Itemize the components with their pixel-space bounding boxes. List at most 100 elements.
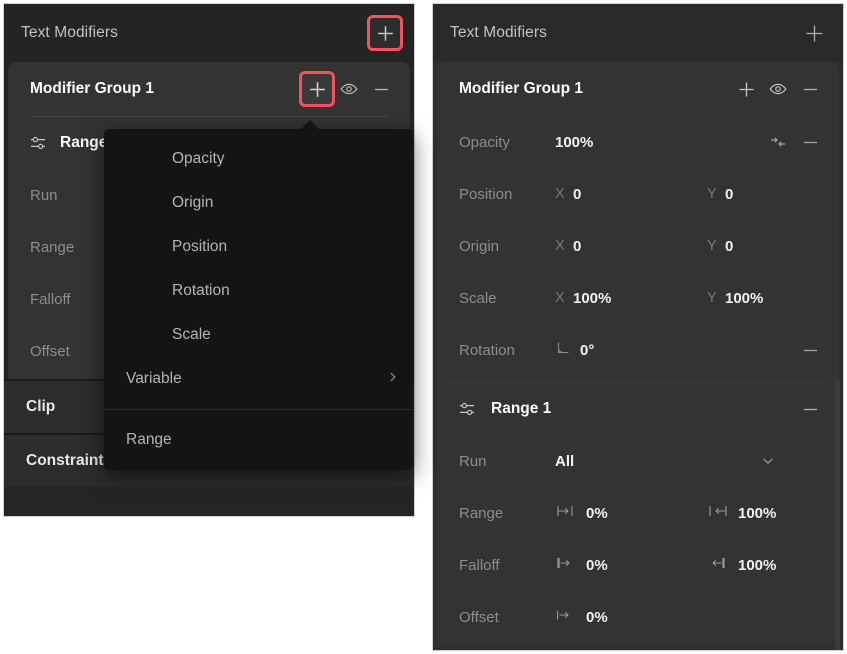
- row-scale-label: Scale: [459, 289, 497, 307]
- axis-y-label: Y: [707, 186, 717, 202]
- menu-item-position[interactable]: Position: [104, 225, 413, 269]
- range-section-title: Range 1: [491, 400, 552, 417]
- minus-icon[interactable]: [795, 335, 825, 365]
- menu-item-scale[interactable]: Scale: [104, 313, 413, 357]
- right-text-modifiers-panel: Text Modifiers Modifier Group 1 Opacity …: [432, 3, 844, 651]
- right-modifier-group-header[interactable]: Modifier Group 1: [437, 62, 839, 116]
- sliders-icon: [453, 394, 483, 424]
- menu-item-opacity-label: Opacity: [172, 150, 225, 167]
- menu-item-variable[interactable]: Variable: [104, 357, 413, 401]
- run-value: All: [555, 452, 575, 470]
- position-x-field[interactable]: X 0: [555, 186, 707, 203]
- range-section-header[interactable]: Range 1: [437, 383, 839, 435]
- row-range[interactable]: Range 0% 100%: [437, 487, 839, 539]
- row-position[interactable]: Position X 0 Y 0: [437, 168, 839, 220]
- row-falloff-label: Falloff: [459, 556, 500, 574]
- range-section-actions: [795, 394, 825, 424]
- chevron-down-icon[interactable]: [753, 446, 783, 476]
- falloff-end-field[interactable]: 100%: [707, 555, 843, 575]
- menu-item-range-label: Range: [126, 431, 172, 448]
- row-scale[interactable]: Scale X 100% Y 100%: [437, 272, 839, 324]
- menu-item-range[interactable]: Range: [104, 418, 413, 462]
- menu-item-origin-label: Origin: [172, 194, 214, 211]
- range-end-icon: [707, 503, 729, 523]
- row-origin-label: Origin: [459, 237, 500, 255]
- offset-icon: [555, 607, 577, 627]
- row-position-label: Position: [459, 185, 513, 203]
- axis-x-label: X: [555, 238, 565, 254]
- right-panel-header: Text Modifiers: [433, 4, 843, 62]
- axis-y-label: Y: [707, 290, 717, 306]
- range-start-icon: [555, 503, 577, 523]
- range-start-value: 0%: [586, 504, 608, 522]
- plus-icon[interactable]: [731, 74, 761, 104]
- left-panel-title: Text Modifiers: [21, 24, 119, 41]
- menu-item-opacity[interactable]: Opacity: [104, 137, 413, 181]
- scale-y-field[interactable]: Y 100%: [707, 289, 843, 307]
- menu-separator: [104, 409, 413, 410]
- left-panel-header: Text Modifiers: [4, 4, 414, 62]
- axis-x-label: X: [555, 290, 565, 306]
- row-run-label: Run: [459, 452, 487, 470]
- offset-field[interactable]: 0%: [555, 607, 707, 627]
- left-modifier-group-name: Modifier Group 1: [30, 80, 154, 97]
- opacity-field[interactable]: 100%: [555, 134, 707, 151]
- falloff-start-value: 0%: [586, 556, 608, 574]
- row-run[interactable]: Run All: [437, 435, 839, 487]
- falloff-end-value: 100%: [738, 556, 777, 574]
- rotation-value: 0°: [580, 341, 595, 359]
- eye-icon[interactable]: [763, 74, 793, 104]
- minus-icon[interactable]: [795, 394, 825, 424]
- screenshot-stage: Text Modifiers Modifier Group 1 Range 1 …: [0, 0, 847, 654]
- eye-icon[interactable]: [334, 74, 364, 104]
- menu-item-rotation[interactable]: Rotation: [104, 269, 413, 313]
- right-panel-title: Text Modifiers: [450, 24, 548, 41]
- position-y-value: 0: [725, 185, 734, 203]
- plus-icon[interactable]: [370, 18, 400, 48]
- menu-item-origin[interactable]: Origin: [104, 181, 413, 225]
- origin-y-value: 0: [725, 237, 734, 255]
- row-falloff[interactable]: Falloff 0% 100%: [437, 539, 839, 591]
- scale-x-value: 100%: [573, 289, 612, 307]
- right-modifier-group-card: Modifier Group 1 Opacity 100% Position X…: [437, 62, 839, 645]
- add-modifier-context-menu[interactable]: Opacity Origin Position Rotation Scale V…: [104, 120, 413, 470]
- row-offset[interactable]: Offset 0%: [437, 591, 839, 643]
- sliders-icon: [24, 128, 54, 158]
- scale-y-value: 100%: [725, 289, 764, 307]
- range-start-field[interactable]: 0%: [555, 503, 707, 523]
- row-rotation-label: Rotation: [459, 341, 515, 359]
- row-origin[interactable]: Origin X 0 Y 0: [437, 220, 839, 272]
- row-offset-label: Offset: [459, 608, 499, 626]
- origin-x-value: 0: [573, 237, 582, 255]
- offset-value: 0%: [586, 608, 608, 626]
- left-modifier-group-header[interactable]: Modifier Group 1: [8, 62, 410, 116]
- plus-icon[interactable]: [799, 18, 829, 48]
- falloff-end-icon: [707, 555, 729, 575]
- rotation-field[interactable]: 0°: [555, 340, 707, 360]
- plus-icon[interactable]: [302, 74, 332, 104]
- menu-item-variable-label: Variable: [126, 370, 182, 387]
- scale-x-field[interactable]: X 100%: [555, 290, 707, 307]
- minus-icon[interactable]: [366, 74, 396, 104]
- minus-icon[interactable]: [795, 127, 825, 157]
- falloff-start-field[interactable]: 0%: [555, 555, 707, 575]
- row-rotation[interactable]: Rotation 0°: [437, 324, 839, 376]
- right-panel-scrollbar[interactable]: [835, 379, 840, 650]
- menu-item-scale-label: Scale: [172, 326, 211, 343]
- opacity-value: 100%: [555, 133, 594, 151]
- origin-y-field[interactable]: Y 0: [707, 237, 843, 255]
- range-end-value: 100%: [738, 504, 777, 522]
- run-select[interactable]: All: [555, 453, 753, 470]
- range-end-field[interactable]: 100%: [707, 503, 843, 523]
- position-y-field[interactable]: Y 0: [707, 185, 843, 203]
- origin-x-field[interactable]: X 0: [555, 238, 707, 255]
- axis-y-label: Y: [707, 238, 717, 254]
- minus-icon[interactable]: [795, 74, 825, 104]
- row-opacity[interactable]: Opacity 100%: [437, 116, 839, 168]
- angle-icon: [555, 340, 571, 360]
- row-opacity-label: Opacity: [459, 133, 510, 151]
- converge-arrows-icon[interactable]: [763, 127, 793, 157]
- axis-x-label: X: [555, 186, 565, 202]
- menu-item-position-label: Position: [172, 238, 228, 255]
- row-rotation-actions: [795, 335, 825, 365]
